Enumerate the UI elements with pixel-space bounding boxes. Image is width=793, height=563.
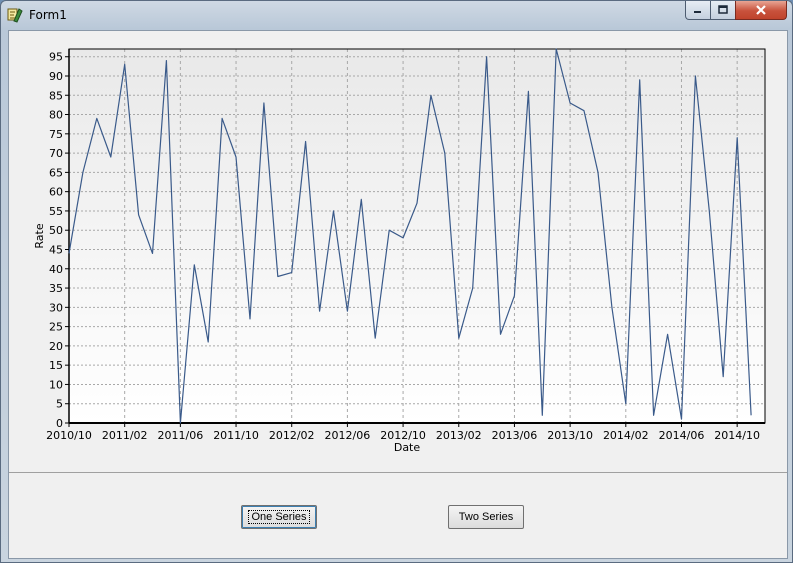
close-button[interactable] bbox=[735, 1, 787, 20]
x-tick-label: 2013/02 bbox=[436, 429, 482, 442]
y-tick-label: 65 bbox=[49, 166, 63, 179]
window-title: Form1 bbox=[29, 8, 67, 22]
x-tick-label: 2011/06 bbox=[158, 429, 204, 442]
y-tick-label: 25 bbox=[49, 321, 63, 334]
y-tick-label: 5 bbox=[56, 398, 63, 411]
chart-panel: 0 5 10 15 20 25 30 35 40 45 50 55 60 65 70 75 80 85 90 95 20… bbox=[9, 31, 787, 473]
x-tick-label: 2013/10 bbox=[547, 429, 593, 442]
x-tick-label: 2011/02 bbox=[102, 429, 148, 442]
y-tick-label: 60 bbox=[49, 186, 63, 199]
caption-buttons bbox=[685, 1, 787, 20]
x-axis-title: Date bbox=[394, 441, 421, 454]
y-tick-label: 30 bbox=[49, 301, 63, 314]
y-tick-label: 80 bbox=[49, 109, 63, 122]
y-tick-label: 55 bbox=[49, 205, 63, 218]
two-series-label: Two Series bbox=[458, 511, 514, 523]
y-tick-label: 75 bbox=[49, 128, 63, 141]
x-tick-label: 2010/10 bbox=[46, 429, 92, 442]
y-tick-label: 40 bbox=[49, 263, 63, 276]
x-tick-label: 2014/06 bbox=[659, 429, 705, 442]
y-tick-label: 15 bbox=[49, 359, 63, 372]
x-tick-label: 2012/06 bbox=[325, 429, 371, 442]
y-tick-label: 20 bbox=[49, 340, 63, 353]
y-tick-label: 35 bbox=[49, 282, 63, 295]
form-client-area: 0 5 10 15 20 25 30 35 40 45 50 55 60 65 70 75 80 85 90 95 20… bbox=[8, 30, 788, 559]
maximize-button[interactable] bbox=[710, 1, 736, 20]
minimize-button[interactable] bbox=[685, 1, 711, 20]
minimize-icon bbox=[694, 11, 701, 13]
x-tick-label: 2012/02 bbox=[269, 429, 315, 442]
title-bar[interactable]: Form1 bbox=[1, 1, 792, 29]
y-tick-label: 50 bbox=[49, 224, 63, 237]
y-axis-title: Rate bbox=[33, 223, 46, 248]
y-tick-label: 10 bbox=[49, 378, 63, 391]
x-tick-label: 2011/10 bbox=[213, 429, 259, 442]
x-tick-label: 2013/06 bbox=[492, 429, 538, 442]
main-window: Form1 0510152025303540455055 bbox=[0, 0, 793, 563]
close-icon bbox=[756, 5, 766, 15]
y-tick-label: 70 bbox=[49, 147, 63, 160]
maximize-icon bbox=[718, 5, 728, 14]
x-tick-label: 2014/10 bbox=[714, 429, 760, 442]
app-icon bbox=[7, 8, 23, 23]
y-tick-label: 95 bbox=[49, 51, 63, 64]
x-tick-label: 2014/02 bbox=[603, 429, 649, 442]
y-tick-label: 45 bbox=[49, 243, 63, 256]
two-series-button[interactable]: Two Series bbox=[448, 505, 524, 529]
one-series-button[interactable]: One Series bbox=[241, 505, 317, 529]
rate-line-chart: 0510152025303540455055606570758085909520… bbox=[33, 48, 766, 454]
one-series-label: One Series bbox=[248, 510, 310, 524]
y-tick-label: 90 bbox=[49, 70, 63, 83]
y-tick-label: 85 bbox=[49, 89, 63, 102]
